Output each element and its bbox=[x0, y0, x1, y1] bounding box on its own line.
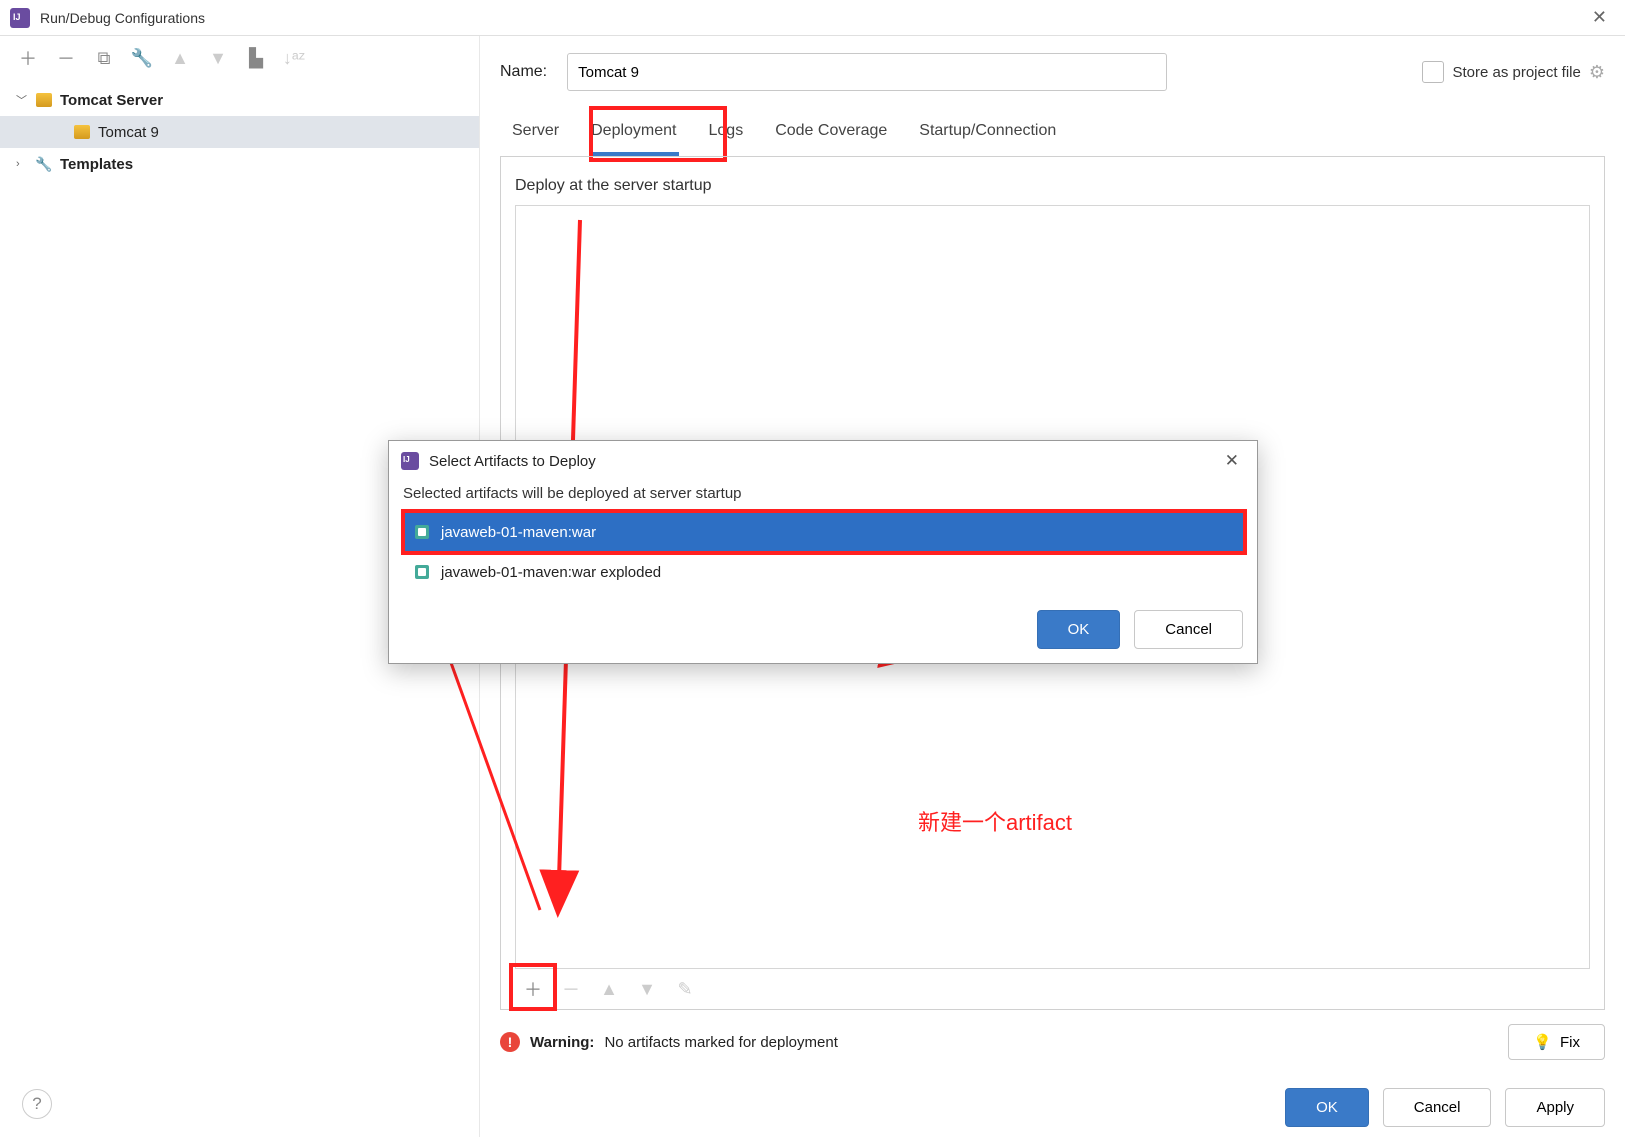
gear-icon[interactable]: ⚙ bbox=[1589, 62, 1605, 83]
tree-node-templates[interactable]: › 🔧 Templates bbox=[0, 148, 479, 180]
titlebar: Run/Debug Configurations ✕ bbox=[0, 0, 1625, 36]
warning-label: Warning: bbox=[530, 1034, 594, 1051]
copy-icon[interactable]: ⧉ bbox=[94, 48, 114, 68]
window-title: Run/Debug Configurations bbox=[40, 10, 1584, 26]
tree-node-tomcat-server[interactable]: ﹀ Tomcat Server bbox=[0, 84, 479, 116]
app-icon bbox=[10, 8, 30, 28]
chevron-right-icon[interactable]: › bbox=[16, 158, 34, 170]
folder-icon[interactable]: ▙ bbox=[246, 48, 266, 68]
tree-node-tomcat9[interactable]: Tomcat 9 bbox=[0, 116, 479, 148]
dialog-description: Selected artifacts will be deployed at s… bbox=[403, 485, 1243, 502]
close-icon[interactable]: ✕ bbox=[1219, 451, 1245, 471]
sort-icon[interactable]: ↓ᵃᶻ bbox=[284, 48, 304, 68]
left-toolbar: ＋ － ⧉ 🔧 ▲ ▼ ▙ ↓ᵃᶻ bbox=[0, 36, 479, 80]
artifact-list: javaweb-01-maven:war javaweb-01-maven:wa… bbox=[403, 512, 1243, 592]
edit-artifact-icon: ✎ bbox=[673, 977, 697, 1001]
up-icon: ▲ bbox=[170, 48, 190, 68]
remove-artifact-icon: － bbox=[559, 977, 583, 1001]
dialog-title: Select Artifacts to Deploy bbox=[429, 453, 1219, 470]
dialog-cancel-button[interactable]: Cancel bbox=[1134, 610, 1243, 649]
fix-label: Fix bbox=[1560, 1034, 1580, 1051]
cancel-button[interactable]: Cancel bbox=[1383, 1088, 1492, 1127]
tab-deployment[interactable]: Deployment bbox=[589, 116, 678, 156]
ok-button[interactable]: OK bbox=[1285, 1088, 1369, 1127]
artifact-label: javaweb-01-maven:war exploded bbox=[441, 564, 661, 581]
artifact-toolbar: ＋ － ▲ ▼ ✎ bbox=[515, 969, 1590, 1009]
help-icon[interactable]: ? bbox=[22, 1089, 52, 1119]
chevron-down-icon[interactable]: ﹀ bbox=[16, 92, 34, 108]
tab-logs[interactable]: Logs bbox=[707, 116, 746, 156]
fix-button[interactable]: 💡 Fix bbox=[1508, 1024, 1605, 1060]
tree-label: Tomcat 9 bbox=[98, 124, 159, 141]
tomcat-icon bbox=[72, 124, 92, 140]
tab-code-coverage[interactable]: Code Coverage bbox=[773, 116, 889, 156]
name-label: Name: bbox=[500, 63, 547, 81]
warning-row: ! Warning: No artifacts marked for deplo… bbox=[500, 1010, 1605, 1074]
wrench-icon[interactable]: 🔧 bbox=[132, 48, 152, 68]
up-artifact-icon: ▲ bbox=[597, 977, 621, 1001]
down-icon: ▼ bbox=[208, 48, 228, 68]
dialog-ok-button[interactable]: OK bbox=[1037, 610, 1121, 649]
tab-startup-connection[interactable]: Startup/Connection bbox=[917, 116, 1058, 156]
warning-icon: ! bbox=[500, 1032, 520, 1052]
tree-label: Templates bbox=[60, 156, 133, 173]
name-input[interactable] bbox=[567, 53, 1167, 91]
add-icon[interactable]: ＋ bbox=[18, 48, 38, 68]
tree-label: Tomcat Server bbox=[60, 92, 163, 109]
down-artifact-icon: ▼ bbox=[635, 977, 659, 1001]
store-checkbox[interactable] bbox=[1422, 61, 1444, 83]
select-artifacts-dialog: Select Artifacts to Deploy ✕ Selected ar… bbox=[388, 440, 1258, 664]
remove-icon[interactable]: － bbox=[56, 48, 76, 68]
section-title: Deploy at the server startup bbox=[515, 177, 1590, 195]
wrench-icon: 🔧 bbox=[34, 156, 54, 172]
artifact-icon bbox=[413, 523, 431, 541]
close-icon[interactable]: ✕ bbox=[1584, 7, 1615, 28]
tomcat-icon bbox=[34, 92, 54, 108]
artifact-icon bbox=[413, 563, 431, 581]
annotation-text: 新建一个artifact bbox=[918, 805, 1072, 837]
bulb-icon: 💡 bbox=[1533, 1033, 1552, 1051]
add-artifact-icon[interactable]: ＋ bbox=[521, 977, 545, 1001]
tabs: Server Deployment Logs Code Coverage Sta… bbox=[500, 96, 1605, 156]
apply-button[interactable]: Apply bbox=[1505, 1088, 1605, 1127]
footer: OK Cancel Apply bbox=[500, 1074, 1605, 1127]
artifact-row-war-exploded[interactable]: javaweb-01-maven:war exploded bbox=[403, 552, 1243, 592]
store-label: Store as project file bbox=[1452, 64, 1580, 81]
artifact-label: javaweb-01-maven:war bbox=[441, 524, 596, 541]
warning-text: No artifacts marked for deployment bbox=[604, 1034, 837, 1051]
artifact-row-war[interactable]: javaweb-01-maven:war bbox=[403, 512, 1243, 552]
tab-server[interactable]: Server bbox=[510, 116, 561, 156]
app-icon bbox=[401, 452, 419, 470]
